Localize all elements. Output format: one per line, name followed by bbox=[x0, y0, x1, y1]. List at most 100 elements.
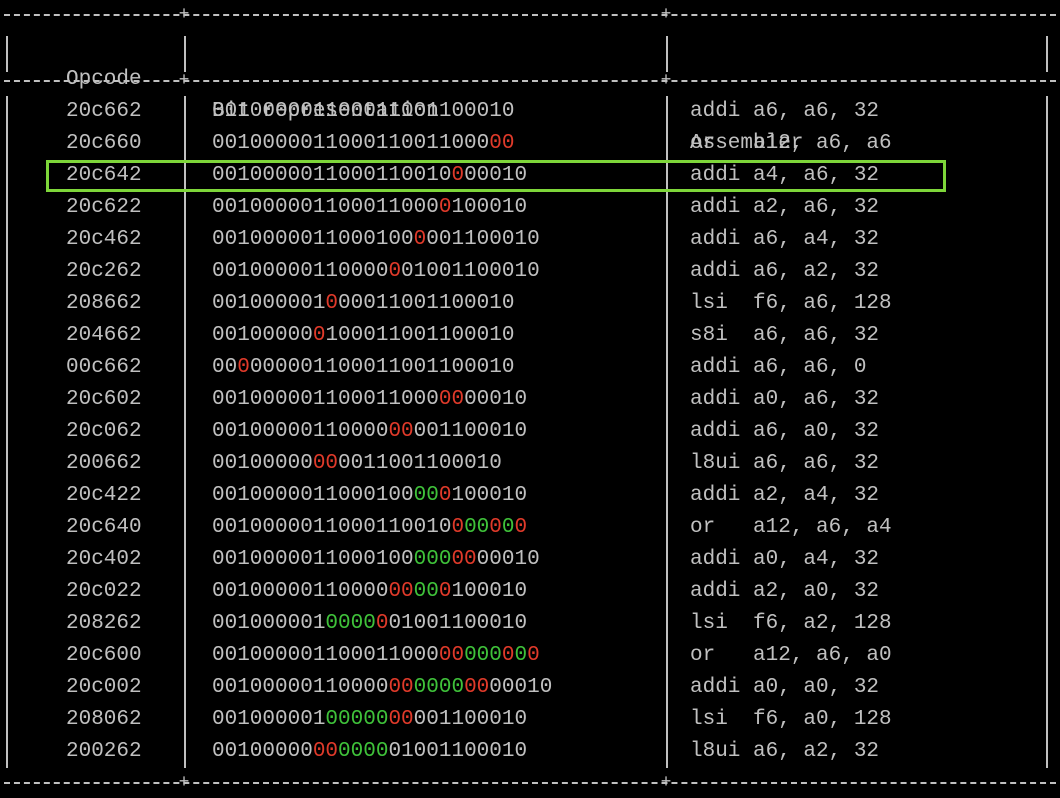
bit-segment: 0 bbox=[413, 228, 427, 251]
assembler-cell: addi a0, a4, 32 bbox=[690, 548, 880, 571]
bit-segment: 0 bbox=[438, 580, 452, 603]
bit-segment: 00100000110000 bbox=[212, 420, 389, 443]
assembler-cell: lsi f6, a6, 128 bbox=[690, 292, 892, 315]
bit-segment: 0 bbox=[527, 644, 540, 667]
opcode-cell: 204662 bbox=[66, 324, 142, 347]
assembler-cell: or a12, a6, a4 bbox=[690, 516, 892, 539]
bit-segment: 0 bbox=[325, 292, 339, 315]
bit-segment: 00100000 bbox=[212, 324, 313, 347]
bit-segment: 0010000011000110010 bbox=[212, 516, 452, 539]
assembler-cell: addi a6, a6, 32 bbox=[690, 100, 880, 123]
bits-cell: 0010000011000110010000000 bbox=[212, 512, 527, 544]
bit-segment: 0 bbox=[426, 228, 439, 251]
assembler-cell: lsi f6, a0, 128 bbox=[690, 708, 892, 731]
assembler-cell: addi a0, a0, 32 bbox=[690, 676, 880, 699]
border-corner: + bbox=[660, 71, 672, 91]
bit-segment: 0 bbox=[237, 356, 250, 379]
assembler-cell: addi a6, a4, 32 bbox=[690, 228, 880, 251]
bit-segment: 0 bbox=[501, 644, 515, 667]
bit-segment: 00100000 bbox=[212, 740, 313, 763]
bit-segment: 0010000011000100 bbox=[212, 484, 414, 507]
bit-segment: 000 bbox=[464, 644, 502, 667]
border-corner: + bbox=[660, 5, 672, 25]
bit-segment: 100010 bbox=[451, 484, 528, 507]
bits-cell: 00100000110000001001100010 bbox=[212, 256, 540, 288]
table-bottom-border bbox=[4, 782, 1056, 784]
bit-segment: 0 bbox=[388, 260, 402, 283]
bit-segment: 00100000110000 bbox=[212, 676, 389, 699]
bits-cell: 0010000010000001001100010 bbox=[212, 608, 527, 640]
border-corner: + bbox=[660, 773, 672, 793]
right-border bbox=[1046, 36, 1048, 72]
table-row: 20c022 0010000011000000000100010 addi a2, … bbox=[0, 576, 1060, 608]
bit-segment: 00010 bbox=[476, 548, 540, 571]
bits-cell: 0010000011000110000100010 bbox=[212, 192, 527, 224]
table-row: 208262 0010000010000001001100010 lsi f6, a… bbox=[0, 608, 1060, 640]
bit-segment: 0 bbox=[514, 644, 528, 667]
bit-segment: 100010 bbox=[451, 580, 528, 603]
bits-cell: 001000001100011001100010 bbox=[212, 96, 514, 128]
table-row: 20c422 0010000011000100000100010 addi a2, … bbox=[0, 480, 1060, 512]
bit-segment: 0000 bbox=[413, 676, 465, 699]
bit-segment: 00010 bbox=[489, 676, 553, 699]
bit-segment: 001100010 bbox=[413, 708, 528, 731]
table-row: 20c402 00100000110001000000000010 addi a0,… bbox=[0, 544, 1060, 576]
bit-segment: 00 bbox=[438, 388, 465, 411]
bit-segment: 00 bbox=[388, 420, 414, 443]
bits-cell: 00100000000011001100010 bbox=[212, 448, 502, 480]
opcode-cell: 20c622 bbox=[66, 196, 142, 219]
bit-segment: 0 bbox=[438, 196, 452, 219]
table-row: 20c662 001000001100011001100010 addi a6, a… bbox=[0, 96, 1060, 128]
bit-segment: 0 bbox=[312, 324, 326, 347]
terminal-window: + + Opcode Bit representation Assembler … bbox=[0, 0, 1060, 798]
border-corner: + bbox=[178, 5, 190, 25]
bit-segment: 001000001 bbox=[212, 708, 326, 731]
bits-cell: 0010000011000000001100010 bbox=[212, 416, 527, 448]
table-row: 208062 0010000010000000001100010 lsi f6, a… bbox=[0, 704, 1060, 736]
header-separator bbox=[4, 80, 1056, 82]
bit-segment: 001000001 bbox=[212, 612, 326, 635]
assembler-cell: l8ui a6, a6, 32 bbox=[690, 452, 880, 475]
opcode-cell: 20c640 bbox=[66, 516, 142, 539]
opcode-cell: 20c462 bbox=[66, 228, 142, 251]
assembler-cell: addi a2, a0, 32 bbox=[690, 580, 880, 603]
bit-segment: 0 bbox=[451, 516, 465, 539]
assembler-cell: addi a6, a2, 32 bbox=[690, 260, 880, 283]
opcode-cell: 20c022 bbox=[66, 580, 142, 603]
opcode-cell: 208262 bbox=[66, 612, 142, 635]
table-row: 200262 0010000000000001001100010 l8ui a6, … bbox=[0, 736, 1060, 768]
table-row: 200662 00100000000011001100010 l8ui a6, a6… bbox=[0, 448, 1060, 480]
bits-cell: 001000000100011001100010 bbox=[212, 320, 514, 352]
table-row: 208662 001000001000011001100010 lsi f6, a6… bbox=[0, 288, 1060, 320]
highlight-box bbox=[46, 160, 946, 192]
table-row: 20c622 0010000011000110000100010 addi a2, … bbox=[0, 192, 1060, 224]
left-border bbox=[6, 36, 8, 72]
opcode-cell: 20c660 bbox=[66, 132, 142, 155]
bits-cell: 0010000011000100000100010 bbox=[212, 480, 527, 512]
opcode-cell: 20c422 bbox=[66, 484, 142, 507]
bits-cell: 001000001100000000000000010 bbox=[212, 672, 552, 704]
bit-segment: 01100010 bbox=[438, 228, 540, 251]
table-row: 20c462 00100000110001000001100010 addi a6,… bbox=[0, 224, 1060, 256]
bit-segment: 0 bbox=[438, 484, 452, 507]
opcode-cell: 208062 bbox=[66, 708, 142, 731]
assembler-cell: or a12, a6, a6 bbox=[690, 132, 892, 155]
bits-cell: 00100000110001100000000000 bbox=[212, 640, 540, 672]
bits-cell: 00100000110001000000000010 bbox=[212, 544, 540, 576]
bit-segment: 001000001100011000 bbox=[212, 388, 439, 411]
bit-segment: 00 bbox=[451, 548, 477, 571]
bits-cell: 001000001000011001100010 bbox=[212, 288, 514, 320]
bit-segment: 00011001100010 bbox=[338, 292, 515, 315]
bit-segment: 00 bbox=[212, 356, 238, 379]
bit-segment: 00 bbox=[388, 676, 414, 699]
bit-segment: 00 bbox=[464, 676, 490, 699]
bit-segment: 0000 bbox=[338, 740, 389, 763]
opcode-cell: 00c662 bbox=[66, 356, 142, 379]
opcode-cell: 200662 bbox=[66, 452, 142, 475]
border-corner: + bbox=[178, 71, 190, 91]
table-header-row: Opcode Bit representation Assembler bbox=[0, 32, 1060, 155]
assembler-cell: addi a2, a4, 32 bbox=[690, 484, 880, 507]
assembler-cell: s8i a6, a6, 32 bbox=[690, 324, 880, 347]
table-row: 20c002 001000001100000000000000010 addi a0… bbox=[0, 672, 1060, 704]
assembler-cell: addi a6, a6, 0 bbox=[690, 356, 867, 379]
